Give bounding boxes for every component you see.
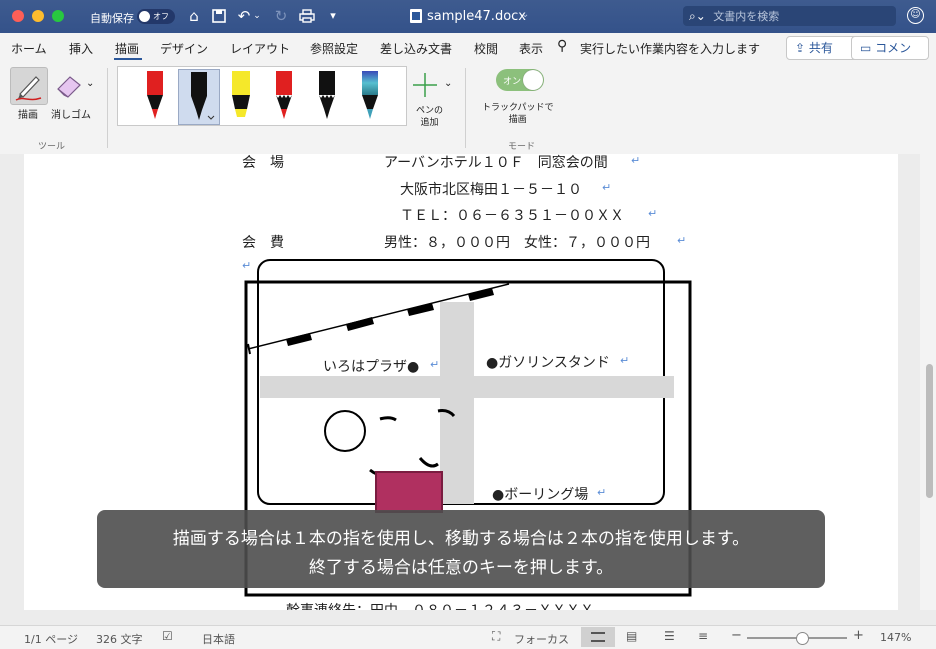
tab-design[interactable]: デザイン — [160, 40, 208, 57]
comment-icon: ▭ — [860, 41, 872, 55]
focus-icon[interactable]: ⛶ — [492, 629, 500, 644]
group-divider — [107, 68, 108, 148]
autosave-state: オフ — [153, 12, 169, 21]
add-pen-label: ペンの 追加 — [416, 106, 444, 128]
redo-icon[interactable]: ↻ — [270, 6, 292, 26]
proofing-icon[interactable]: ☑ — [162, 629, 173, 643]
search-placeholder: 文書内を検索 — [713, 10, 780, 23]
mode-group-label: モード — [508, 142, 536, 152]
home-icon[interactable]: ⌂ — [183, 6, 205, 26]
language[interactable]: 日本語 — [202, 631, 235, 647]
station-circle — [324, 410, 366, 452]
road-horizontal — [260, 376, 674, 398]
tab-view[interactable]: 表示 — [519, 40, 543, 57]
draw-hint-overlay: 描画する場合は１本の指を使用し、移動する場合は２本の指を使用します。 終了する場… — [97, 510, 825, 588]
title-bar: 自動保存 オフ ⌂ ↶ ⌄ ↻ ▾ sample47.docx ⌄ ⌕⌄ 文書内… — [0, 0, 936, 33]
tab-home[interactable]: ホーム — [11, 40, 47, 57]
document-title: sample47.docx — [427, 9, 526, 24]
destination-building — [375, 471, 443, 513]
save-icon[interactable] — [208, 6, 230, 26]
paragraph-mark: ↵ — [597, 486, 607, 499]
bottom-line-clip: 幹事連絡先：田中 ０８０－１２４３－ＸＸＸＸ — [286, 600, 666, 610]
pencil-icon — [15, 76, 42, 101]
share-label: 共有 — [808, 41, 833, 55]
bowling-label: ●ボーリング場 — [492, 487, 589, 503]
gas-station-label: ●ガソリンスタンド — [486, 355, 610, 371]
share-button[interactable]: ⇪ 共有 — [786, 36, 858, 60]
undo-dropdown-icon[interactable]: ⌄ — [251, 6, 263, 26]
yellow-highlighter[interactable] — [221, 69, 261, 123]
trackpad-draw-label: トラックパッドで 描画 — [482, 103, 554, 125]
outline-view-icon[interactable]: ☰ — [664, 629, 675, 643]
iroha-plaza-label: いろはプラザ● — [323, 359, 420, 375]
tab-insert[interactable]: 挿入 — [69, 40, 93, 57]
zoom-slider-knob[interactable] — [796, 632, 809, 645]
red-pencil[interactable] — [264, 69, 304, 123]
page-count[interactable]: 1/1 ページ — [24, 631, 78, 647]
web-layout-icon[interactable]: ▤ — [626, 629, 637, 643]
eraser-label: 消しゴム — [51, 110, 91, 121]
road-vertical — [440, 302, 474, 504]
draw-ribbon: 描画 ⌄ 消しゴム ツール ⌄ ペンの 追加 オン トラックパッドで 描画 モー… — [0, 62, 936, 155]
hint-line-1: 描画する場合は１本の指を使用し、移動する場合は２本の指を使用します。 — [172, 529, 750, 549]
word-count[interactable]: 326 文字 — [96, 631, 143, 647]
comment-button[interactable]: ▭ コメント — [851, 36, 929, 77]
autosave-label: 自動保存 — [90, 12, 134, 25]
zoom-in-icon[interactable]: + — [853, 628, 864, 643]
word-document-icon — [410, 9, 422, 23]
tab-draw[interactable]: 描画 — [115, 40, 139, 57]
hint-line-2: 終了する場合は任意のキーを押します。 — [308, 558, 614, 578]
search-field[interactable]: ⌕⌄ 文書内を検索 — [683, 6, 896, 26]
search-icon: ⌕⌄ — [689, 9, 706, 23]
contact-line: 幹事連絡先：田中 ０８０－１２４３－ＸＸＸＸ — [286, 600, 594, 610]
zoom-out-icon[interactable]: − — [731, 628, 742, 643]
active-tab-indicator — [114, 58, 142, 60]
black-pencil[interactable] — [307, 69, 347, 123]
paragraph-mark: ↵ — [430, 358, 440, 371]
tell-me-box[interactable]: 実行したい作業内容を入力します — [580, 40, 760, 57]
minimize-window-button[interactable] — [32, 10, 44, 22]
customize-toolbar-icon[interactable]: ▾ — [322, 6, 344, 26]
pen-gallery — [117, 66, 407, 126]
draft-view-icon[interactable]: ≡ — [698, 629, 708, 643]
paragraph-mark: ↵ — [620, 354, 630, 367]
print-layout-icon — [591, 632, 605, 642]
zoom-level[interactable]: 147% — [880, 631, 911, 644]
tab-mailings[interactable]: 差し込み文書 — [380, 40, 452, 57]
red-pen[interactable] — [135, 69, 175, 123]
share-icon: ⇪ — [795, 41, 806, 55]
tools-group-label: ツール — [38, 142, 66, 152]
eraser-icon — [57, 76, 81, 98]
trackpad-draw-toggle[interactable]: オン — [496, 69, 544, 91]
tab-references[interactable]: 参照設定 — [310, 40, 358, 57]
plus-icon — [413, 73, 437, 97]
tab-layout[interactable]: レイアウト — [230, 40, 290, 57]
toggle-knob — [523, 70, 543, 90]
group-divider — [465, 68, 466, 148]
toggle-state: オン — [503, 77, 522, 87]
zoom-window-button[interactable] — [52, 10, 64, 22]
smiley-feedback-icon[interactable]: ☺ — [907, 7, 924, 24]
eraser-dropdown-icon[interactable]: ⌄ — [86, 78, 94, 89]
add-pen-button[interactable] — [410, 70, 440, 100]
galaxy-pen[interactable] — [350, 69, 390, 123]
eraser-button[interactable] — [52, 67, 88, 103]
black-pen[interactable] — [178, 69, 220, 125]
add-pen-dropdown-icon[interactable]: ⌄ — [444, 78, 452, 89]
autosave-toggle[interactable]: オフ — [137, 9, 175, 24]
scrollbar-thumb[interactable] — [926, 364, 933, 498]
ribbon-tabs: ホーム 挿入 描画 デザイン レイアウト 参照設定 差し込み文書 校閲 表示 ⚲… — [0, 33, 936, 77]
print-layout-view-button[interactable] — [581, 627, 615, 647]
title-chevron-icon[interactable]: ⌄ — [521, 9, 529, 20]
tab-review[interactable]: 校閲 — [474, 40, 498, 57]
lightbulb-icon: ⚲ — [557, 38, 568, 54]
draw-tool-button[interactable] — [10, 67, 48, 105]
print-icon[interactable] — [296, 6, 318, 26]
close-window-button[interactable] — [12, 10, 24, 22]
focus-label[interactable]: フォーカス — [514, 631, 569, 647]
draw-tool-label: 描画 — [18, 110, 38, 121]
toggle-knob — [139, 11, 150, 22]
status-bar: 1/1 ページ 326 文字 ☑ 日本語 ⛶ フォーカス ▤ ☰ ≡ − + 1… — [0, 625, 936, 649]
